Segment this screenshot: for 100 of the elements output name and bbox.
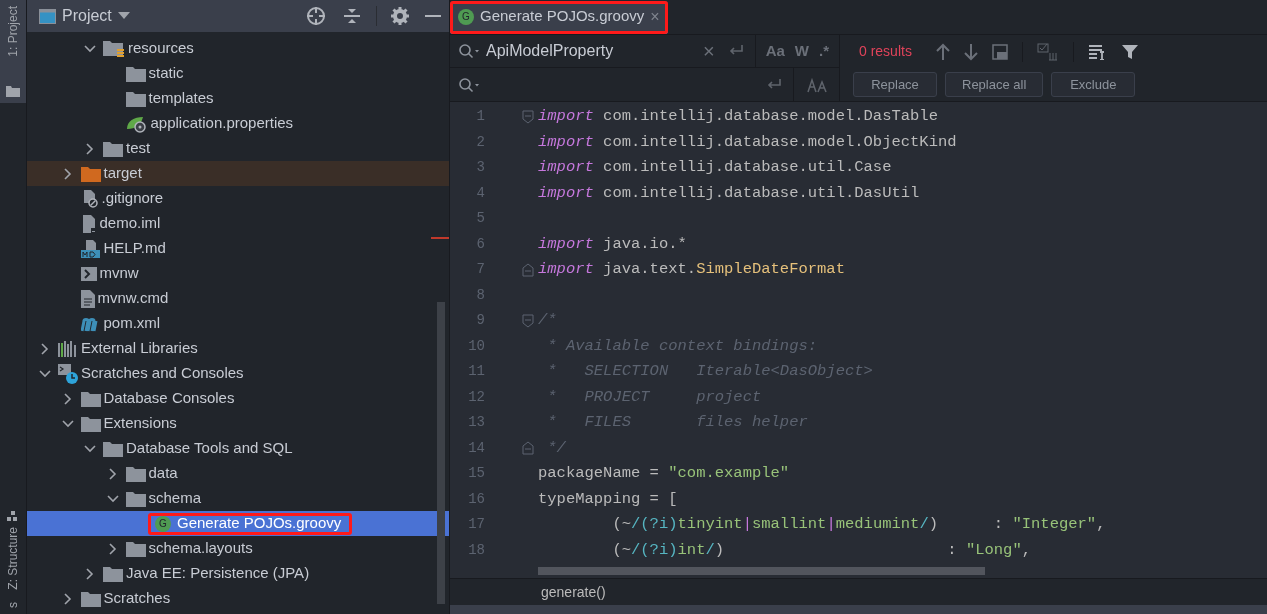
tree-item[interactable]: HELP.md	[27, 236, 449, 261]
tree-item[interactable]: schema	[27, 486, 449, 511]
code-line: import java.text.SimpleDateFormat	[538, 259, 845, 281]
item-label: Database Consoles	[103, 388, 235, 409]
tree-item[interactable]: static	[27, 61, 449, 86]
item-label: schema.layouts	[148, 538, 253, 559]
settings-icon[interactable]	[391, 7, 409, 25]
chevron-down-icon[interactable]	[84, 44, 96, 53]
replace-toolbar-button[interactable]: Replace	[853, 72, 937, 97]
item-label: data	[148, 463, 178, 484]
tree-item[interactable]: resources	[27, 36, 449, 61]
item-label: test	[126, 138, 151, 159]
line-number: 10	[467, 336, 485, 356]
tree-item[interactable]: Database Tools and SQL	[27, 436, 449, 461]
item-label: schema	[148, 488, 202, 509]
item-label: mvnw.cmd	[97, 288, 169, 309]
vertical-scrollbar[interactable]	[437, 302, 445, 604]
filter-icon[interactable]	[1121, 43, 1138, 60]
chevron-down-icon[interactable]	[61, 419, 74, 428]
arrow-down-icon[interactable]	[963, 42, 978, 61]
tree-item[interactable]: Scratches and Consoles	[27, 361, 449, 386]
horizontal-scrollbar[interactable]	[538, 567, 985, 575]
code-line: * SELECTION Iterable<DasObject>	[546, 361, 873, 383]
preserve-case-icon[interactable]	[806, 76, 827, 93]
arrow-up-icon[interactable]	[935, 42, 950, 61]
dropdown-icon[interactable]	[117, 12, 130, 20]
panel-title[interactable]: Project	[62, 4, 112, 28]
tree-item[interactable]: mvnw	[27, 261, 449, 286]
folder-icon	[125, 90, 146, 107]
chevron-right-icon[interactable]	[63, 392, 72, 405]
code-line: */	[546, 437, 566, 459]
tree-item[interactable]: demo.iml	[27, 211, 449, 236]
leaf-icon	[125, 114, 148, 133]
chevron-right-icon[interactable]	[86, 567, 94, 580]
editor-tab[interactable]: G Generate POJOs.groovy ×	[450, 1, 668, 34]
line-number: 11	[467, 362, 485, 382]
replace-toolbar-button[interactable]: Replace all	[945, 72, 1044, 97]
tree-item[interactable]: Extensions	[27, 411, 449, 436]
item-label: static	[148, 63, 184, 84]
chevron-down-icon[interactable]	[39, 369, 51, 378]
line-number: 2	[475, 132, 485, 152]
chevron-right-icon[interactable]	[108, 467, 117, 480]
folder-icon	[6, 85, 20, 97]
folder-icon	[80, 415, 101, 432]
minimize-icon[interactable]	[425, 14, 441, 18]
search-field[interactable]: ApiModelProperty ×	[480, 35, 727, 67]
folder-icon	[125, 490, 146, 507]
item-label: target	[103, 163, 142, 184]
tree-item[interactable]: application.properties	[27, 111, 449, 136]
tree-item[interactable]: External Libraries	[27, 336, 449, 361]
markdown-file-icon	[80, 239, 101, 258]
console-icon	[58, 363, 78, 384]
tree-item[interactable]: target	[27, 161, 449, 186]
code-line: import com.intellij.database.model.ObjectKind	[538, 131, 957, 153]
item-label: Generate POJOs.groovy	[177, 513, 342, 534]
chevron-right-icon[interactable]	[63, 167, 72, 180]
chevron-right-icon[interactable]	[63, 592, 72, 605]
chevron-right-icon[interactable]	[108, 542, 117, 555]
code-line: * PROJECT project	[546, 386, 762, 408]
tree-item[interactable]: Java EE: Persistence (JPA)	[27, 561, 449, 586]
tree-item[interactable]: Database Consoles	[27, 386, 449, 411]
tree-item[interactable]: G Generate POJOs.groovy	[27, 511, 449, 536]
line-number: 1	[475, 107, 485, 127]
line-number: 8	[475, 285, 485, 305]
chevron-down-icon[interactable]	[84, 444, 96, 453]
code-line: * Available context bindings:	[546, 335, 818, 357]
tree-item[interactable]: pom.xml	[27, 311, 449, 336]
select-all-icon[interactable]	[991, 43, 1008, 60]
chevron-right-icon[interactable]	[41, 342, 49, 355]
item-label: Scratches and Consoles	[81, 363, 244, 384]
library-icon	[58, 340, 78, 357]
breadcrumb[interactable]: generate()	[541, 581, 606, 603]
line-number: 9	[475, 311, 485, 331]
code-line: import com.intellij.database.util.DasUtil	[538, 182, 920, 204]
chevron-down-icon[interactable]	[106, 494, 119, 503]
tool-window-tab[interactable]: Z: Structure	[0, 505, 26, 596]
line-number: 5	[475, 209, 485, 229]
code-line: (~/(?i)int/) : "Long",	[611, 539, 1032, 561]
tree-item[interactable]: mvnw.cmd	[27, 286, 449, 311]
replace-toolbar-button[interactable]: Exclude	[1051, 72, 1136, 97]
locate-icon[interactable]	[306, 6, 326, 26]
tree-item[interactable]: schema.layouts	[27, 536, 449, 561]
search-icon[interactable]	[458, 43, 480, 59]
item-label: External Libraries	[81, 338, 198, 359]
groovy-file-icon: G	[458, 8, 474, 25]
tree-item[interactable]: data	[27, 461, 449, 486]
folder-icon	[125, 540, 146, 557]
tool-window-tab[interactable]: s	[0, 596, 26, 614]
chevron-right-icon[interactable]	[86, 142, 94, 155]
tree-item[interactable]: templates	[27, 86, 449, 111]
tree-item[interactable]: .gitignore	[27, 186, 449, 211]
search-icon[interactable]	[458, 76, 480, 93]
line-number: 13	[467, 413, 485, 433]
line-number: 15	[467, 464, 485, 484]
folder-icon	[103, 39, 125, 58]
code-line: (~/(?i)tinyint|smallint|mediumint/) : "Integer",	[611, 514, 1106, 536]
tool-window-tab[interactable]: 1: Project	[0, 0, 26, 103]
tree-item[interactable]: test	[27, 136, 449, 161]
collapse-all-icon[interactable]	[342, 7, 362, 25]
tree-item[interactable]: Scratches	[27, 586, 449, 611]
